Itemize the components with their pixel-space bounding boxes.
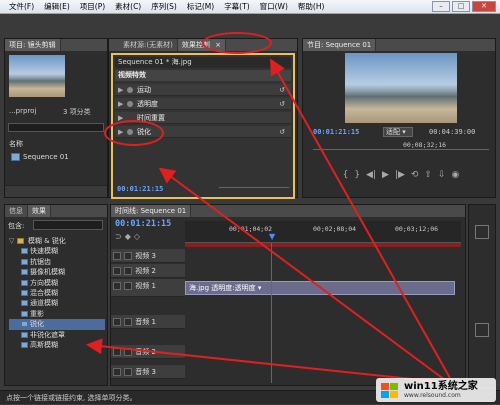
arrow-to-effect-tab [270, 58, 451, 379]
arrow-to-sharpen-effect [86, 338, 441, 383]
status-text: 点按一个链接或链接约束, 选择单项分类。 [6, 394, 137, 402]
watermark-title: win11系统之家 [404, 381, 478, 392]
arrow-to-sharpen-row [158, 167, 446, 381]
watermark-url: www.relsound.com [404, 392, 461, 399]
windows-logo-icon [379, 381, 401, 399]
watermark: win11系统之家 www.relsound.com [376, 378, 496, 402]
annotation-arrows [86, 58, 451, 383]
